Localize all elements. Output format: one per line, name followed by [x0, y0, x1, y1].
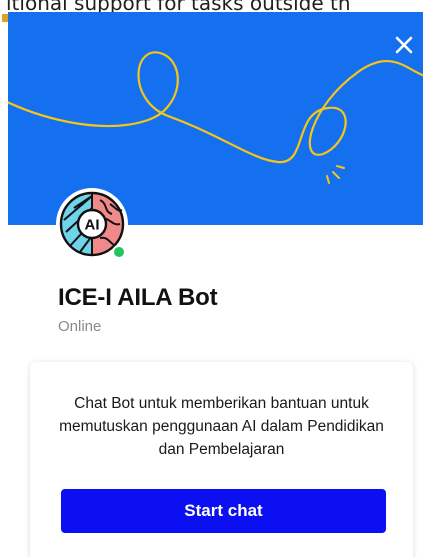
close-icon: [395, 36, 413, 54]
avatar-ai-text: AI: [85, 217, 100, 234]
close-button[interactable]: [391, 32, 417, 58]
online-status-dot: [112, 245, 126, 259]
chat-widget: AI ICE-I AILA Bot Online Chat Bot untuk …: [8, 12, 423, 557]
bot-status: Online: [58, 318, 102, 335]
bot-description: Chat Bot untuk memberikan bantuan untuk …: [59, 395, 384, 458]
start-chat-button[interactable]: Start chat: [61, 489, 386, 533]
page: itional support for tasks outside th AI …: [0, 0, 423, 557]
bot-name: ICE-I AILA Bot: [58, 284, 218, 311]
welcome-card: Chat Bot untuk memberikan bantuan untuk …: [30, 362, 413, 557]
